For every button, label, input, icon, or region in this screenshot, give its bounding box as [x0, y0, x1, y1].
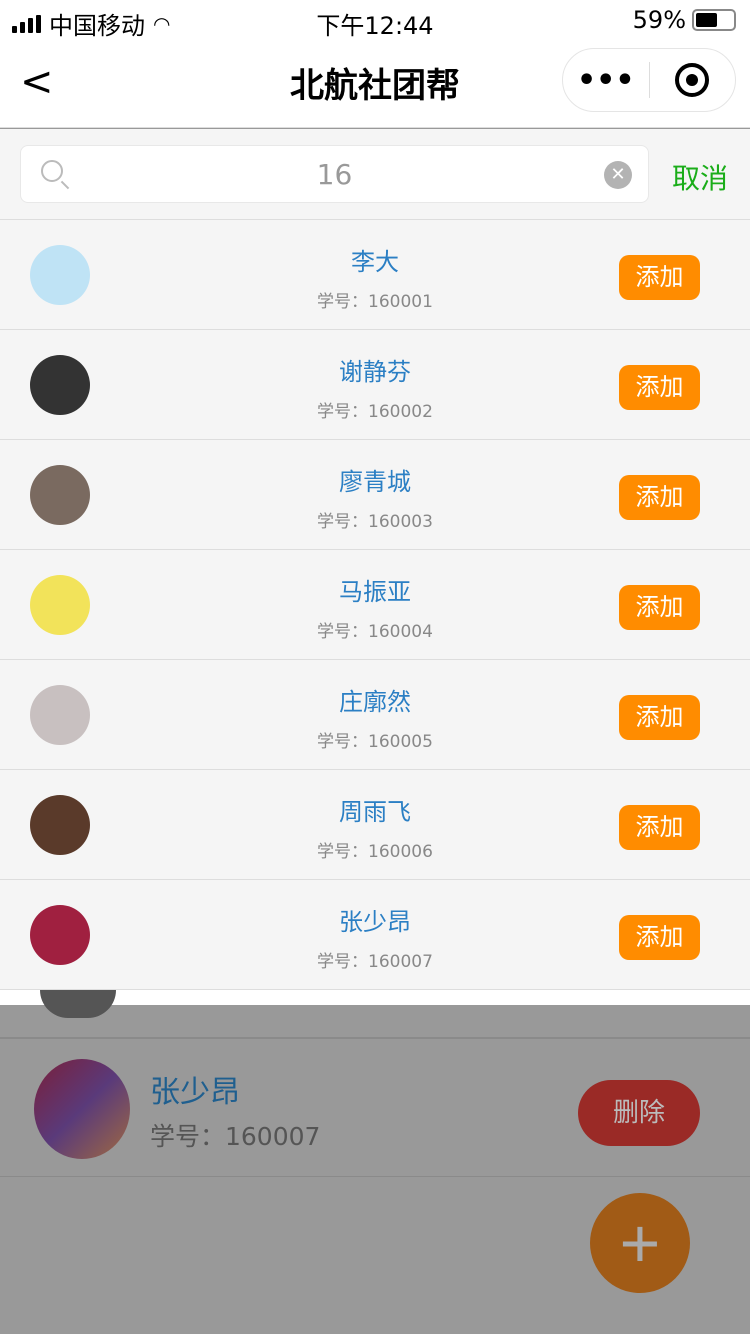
add-member-button: +	[590, 1193, 690, 1293]
result-row: 庄廓然 学号：160005 添加	[0, 660, 750, 770]
delete-button: 删除	[578, 1080, 700, 1146]
status-bar: 中国移动 ◠ 下午12:44 59%	[0, 0, 750, 40]
add-button[interactable]: 添加	[619, 915, 700, 960]
member-row: 张少昂 学号：160007 删除	[0, 1039, 750, 1177]
result-row: 马振亚 学号：160004 添加	[0, 550, 750, 660]
search-icon	[41, 160, 63, 182]
member-id: 学号：160007	[150, 1122, 321, 1151]
add-button[interactable]: 添加	[619, 585, 700, 630]
nav-bar: < 北航社团帮 •••	[0, 40, 750, 128]
add-button[interactable]: 添加	[619, 255, 700, 300]
add-button[interactable]: 添加	[619, 805, 700, 850]
search-bar: ✕ 取消	[0, 129, 750, 220]
clear-icon[interactable]: ✕	[604, 161, 632, 189]
close-button[interactable]	[650, 63, 736, 97]
add-button[interactable]: 添加	[619, 695, 700, 740]
result-row: 李大 学号：160001 添加	[0, 220, 750, 330]
add-button[interactable]: 添加	[619, 475, 700, 520]
battery-icon	[692, 9, 736, 31]
result-row: 周雨飞 学号：160006 添加	[0, 770, 750, 880]
result-row: 谢静芬 学号：160002 添加	[0, 330, 750, 440]
search-results: 李大 学号：160001 添加 谢静芬 学号：160002 添加 廖青城 学号：…	[0, 220, 750, 1005]
avatar	[34, 1059, 130, 1159]
mini-program-capsule: •••	[562, 48, 736, 112]
result-row: 张少昂 学号：160007 添加	[0, 880, 750, 990]
more-dots-icon[interactable]: •••	[563, 63, 649, 98]
cancel-button[interactable]: 取消	[672, 157, 728, 197]
avatar	[40, 990, 116, 1018]
member-name: 张少昂	[150, 1075, 240, 1110]
battery-percent: 59%	[632, 6, 686, 34]
search-box: ✕	[20, 145, 649, 203]
result-row: 廖青城 学号：160003 添加	[0, 440, 750, 550]
add-button[interactable]: 添加	[619, 365, 700, 410]
search-input[interactable]	[81, 156, 588, 192]
target-icon	[675, 63, 710, 97]
